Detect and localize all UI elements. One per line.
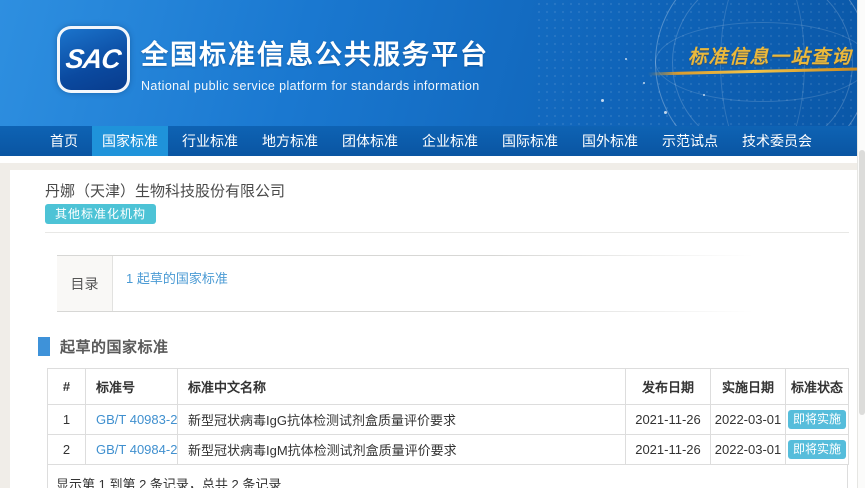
col-header-status: 标准状态 (786, 369, 849, 405)
cell-status: 即将实施 (786, 405, 849, 435)
sparkle-dot (625, 58, 627, 60)
cell-pub-date: 2021-11-26 (626, 435, 711, 465)
cell-std-no: GB/T 40983-2021 (86, 405, 178, 435)
cell-name: 新型冠状病毒IgM抗体检测试剂盒质量评价要求 (178, 435, 626, 465)
table-row: 2 GB/T 40984-2021 新型冠状病毒IgM抗体检测试剂盒质量评价要求… (48, 435, 849, 465)
site-title-block: 全国标准信息公共服务平台 National public service pla… (141, 33, 489, 93)
section-accent-bar (38, 337, 50, 356)
nav-item-home[interactable]: 首页 (40, 126, 88, 156)
sparkle-dot (601, 99, 604, 102)
sparkle-dot (703, 94, 705, 96)
content-card: 丹娜（天津）生物科技股份有限公司 其他标准化机构 目录 1 起草的国家标准 起草… (10, 170, 857, 488)
sac-logo[interactable]: SAC (57, 26, 130, 93)
cell-status: 即将实施 (786, 435, 849, 465)
standards-table: # 标准号 标准中文名称 发布日期 实施日期 标准状态 1 GB/T 40 (47, 368, 848, 488)
status-badge: 即将实施 (788, 410, 846, 429)
col-header-std-no: 标准号 (86, 369, 178, 405)
cell-pub-date: 2021-11-26 (626, 405, 711, 435)
table-row: 1 GB/T 40983-2021 新型冠状病毒IgG抗体检测试剂盒质量评价要求… (48, 405, 849, 435)
cell-index: 1 (48, 405, 86, 435)
nav-item-local-standards[interactable]: 地方标准 (252, 126, 328, 156)
col-header-impl-date: 实施日期 (711, 369, 786, 405)
sparkle-dot (664, 111, 667, 114)
toc-label: 目录 (57, 255, 113, 312)
scrollbar-thumb[interactable] (859, 150, 865, 415)
sparkle-dot (643, 82, 645, 84)
nav-item-technical-committees[interactable]: 技术委员会 (732, 126, 822, 156)
section-title: 起草的国家标准 (60, 336, 169, 357)
sac-logo-text: SAC (64, 44, 122, 75)
nav-item-enterprise-standards[interactable]: 企业标准 (412, 126, 488, 156)
nav-item-national-standards[interactable]: 国家标准 (92, 126, 168, 156)
nav-item-international-standards[interactable]: 国际标准 (492, 126, 568, 156)
col-header-index: # (48, 369, 86, 405)
nav-item-industry-standards[interactable]: 行业标准 (172, 126, 248, 156)
site-title: 全国标准信息公共服务平台 (141, 33, 489, 72)
cell-std-no: GB/T 40984-2021 (86, 435, 178, 465)
header-slogan: 标准信息一站查询 (688, 42, 852, 69)
site-header: SAC 全国标准信息公共服务平台 National public service… (0, 0, 865, 126)
toc-panel: 目录 1 起草的国家标准 (57, 255, 849, 312)
standard-link[interactable]: GB/T 40984-2021 (96, 442, 178, 457)
cell-impl-date: 2022-03-01 (711, 405, 786, 435)
badge-row: 其他标准化机构 (45, 204, 857, 224)
cell-impl-date: 2022-03-01 (711, 435, 786, 465)
scrollbar[interactable] (857, 0, 865, 488)
section-header: 起草的国家标准 (38, 336, 857, 357)
nav-item-pilot-demonstration[interactable]: 示范试点 (652, 126, 728, 156)
cell-index: 2 (48, 435, 86, 465)
section-divider (45, 232, 849, 233)
standard-link[interactable]: GB/T 40983-2021 (96, 412, 178, 427)
nav-list: 首页 国家标准 行业标准 地方标准 团体标准 企业标准 国际标准 国外标准 示范… (0, 126, 865, 156)
cell-name: 新型冠状病毒IgG抗体检测试剂盒质量评价要求 (178, 405, 626, 435)
toc-links: 1 起草的国家标准 (113, 255, 228, 312)
status-badge: 即将实施 (788, 440, 846, 459)
page-background: 丹娜（天津）生物科技股份有限公司 其他标准化机构 目录 1 起草的国家标准 起草… (0, 163, 865, 488)
main-nav: 首页 国家标准 行业标准 地方标准 团体标准 企业标准 国际标准 国外标准 示范… (0, 126, 865, 156)
org-type-badge: 其他标准化机构 (45, 204, 156, 224)
nav-gap (0, 156, 865, 163)
record-summary: 显示第 1 到第 2 条记录，总共 2 条记录 (47, 465, 848, 488)
nav-item-foreign-standards[interactable]: 国外标准 (572, 126, 648, 156)
nav-item-group-standards[interactable]: 团体标准 (332, 126, 408, 156)
col-header-pub-date: 发布日期 (626, 369, 711, 405)
page-root: SAC 全国标准信息公共服务平台 National public service… (0, 0, 865, 488)
company-name: 丹娜（天津）生物科技股份有限公司 (45, 184, 857, 200)
toc-link-drafted-national-standards[interactable]: 1 起草的国家标准 (126, 271, 228, 286)
site-subtitle: National public service platform for sta… (141, 79, 489, 93)
col-header-name: 标准中文名称 (178, 369, 626, 405)
table-header-row: # 标准号 标准中文名称 发布日期 实施日期 标准状态 (48, 369, 849, 405)
